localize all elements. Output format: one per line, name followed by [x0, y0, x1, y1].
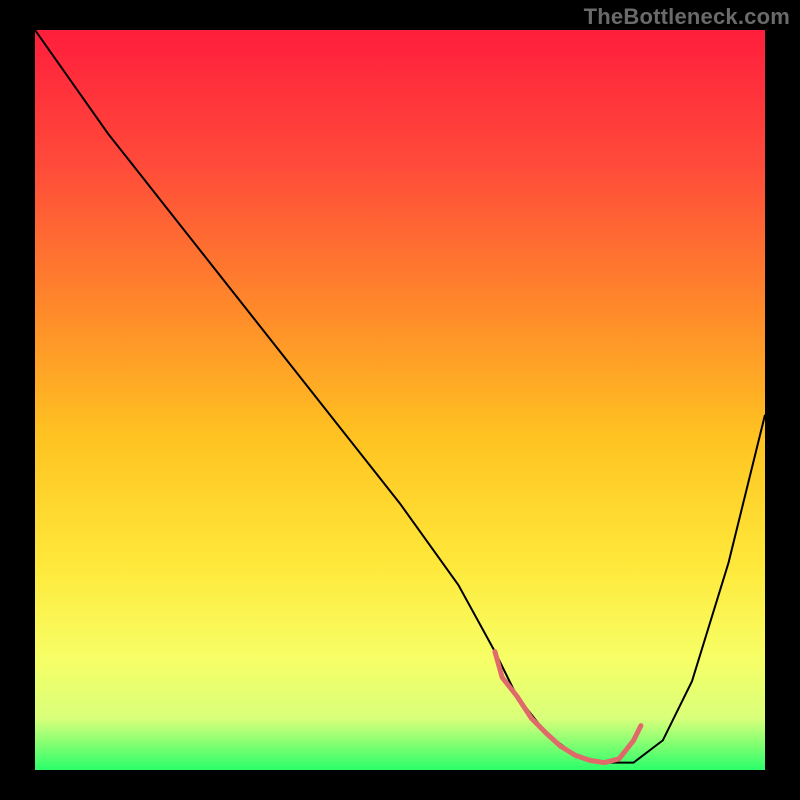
chart-frame: TheBottleneck.com [0, 0, 800, 800]
gradient-background [35, 30, 765, 770]
watermark-text: TheBottleneck.com [584, 4, 790, 30]
plot-area [35, 30, 765, 770]
chart-svg [35, 30, 765, 770]
